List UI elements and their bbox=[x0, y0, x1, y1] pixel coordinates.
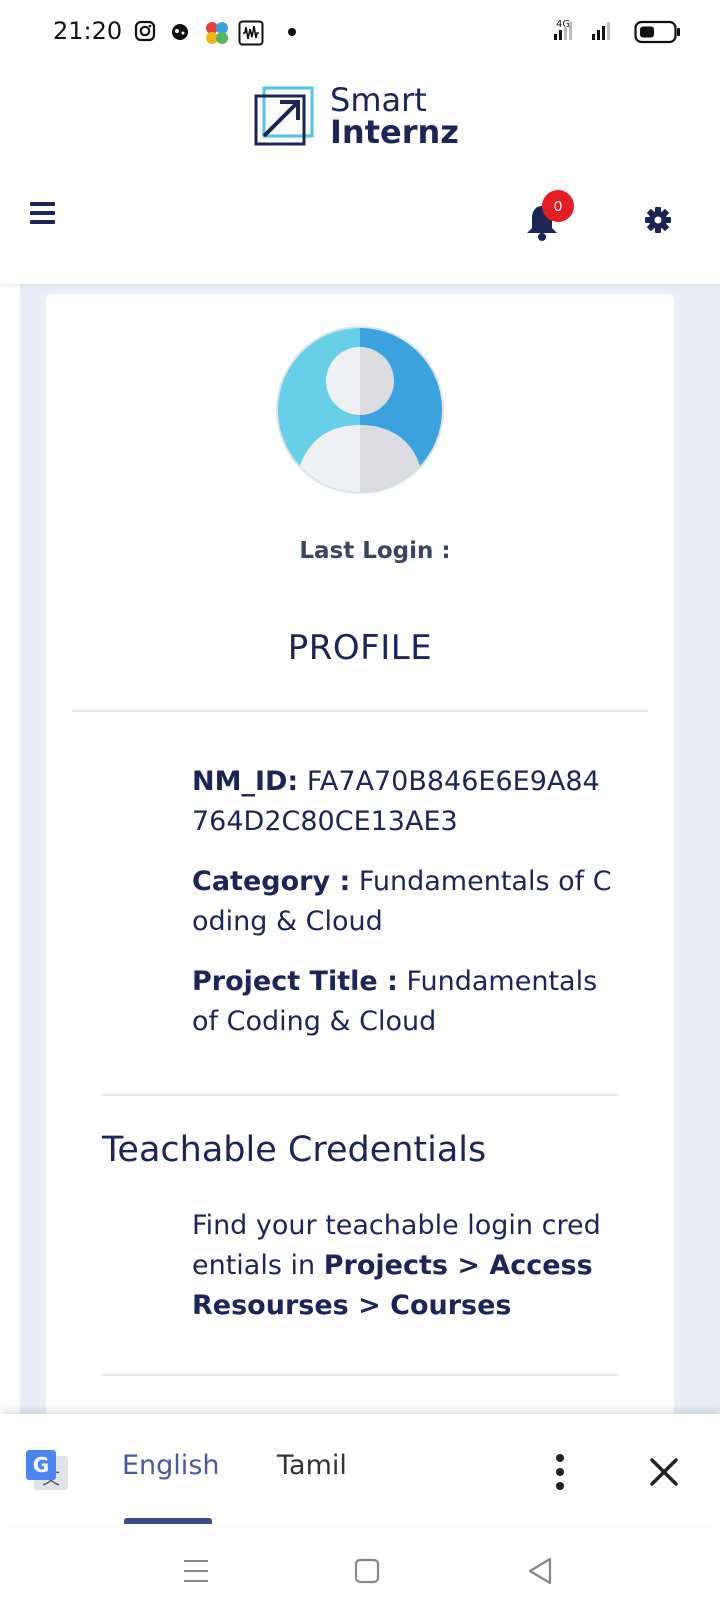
recent-apps-icon[interactable] bbox=[182, 1558, 210, 1584]
last-login-label: Last Login : bbox=[299, 538, 451, 564]
battery-icon bbox=[634, 20, 680, 44]
top-nav bbox=[0, 162, 720, 284]
system-nav-bar bbox=[0, 1528, 720, 1612]
close-icon[interactable] bbox=[646, 1454, 682, 1490]
logo-bar: Smart Internz bbox=[0, 66, 720, 162]
tab-english[interactable]: English bbox=[122, 1450, 220, 1481]
pinwheel-icon bbox=[206, 22, 228, 44]
teachable-credentials-title: Teachable Credentials bbox=[102, 1130, 487, 1170]
instagram-icon bbox=[134, 20, 156, 42]
waveform-icon bbox=[238, 20, 264, 46]
brand-line-2: Internz bbox=[330, 113, 459, 151]
divider bbox=[102, 1094, 618, 1096]
status-bar: 21:20 4G bbox=[0, 0, 720, 66]
translate-bar: 文 G English Tamil bbox=[0, 1414, 720, 1524]
gear-icon[interactable] bbox=[644, 206, 672, 234]
svg-text:G: G bbox=[33, 1453, 49, 1477]
brand-wordmark: Smart Internz bbox=[330, 84, 459, 148]
nm-id-row: NM_ID: FA7A70B846E6E9A84764D2C80CE13AE3 bbox=[192, 762, 612, 842]
notification-dot bbox=[288, 28, 296, 36]
app-icon bbox=[172, 24, 188, 40]
active-tab-indicator bbox=[124, 1518, 212, 1524]
notification-count-badge: 0 bbox=[542, 190, 574, 222]
project-title-label: Project Title : bbox=[192, 966, 398, 997]
category-row: Category : Fundamentals of Coding & Clou… bbox=[192, 862, 612, 942]
home-icon[interactable] bbox=[354, 1558, 380, 1584]
project-title-row: Project Title : Fundamentals of Coding &… bbox=[192, 962, 612, 1042]
divider bbox=[72, 710, 648, 712]
back-icon[interactable] bbox=[526, 1556, 554, 1586]
teachable-credentials-text: Find your teachable login credentials in… bbox=[192, 1206, 612, 1326]
smartinternz-logo-icon bbox=[254, 86, 314, 146]
more-options-icon[interactable] bbox=[550, 1452, 570, 1492]
tab-tamil[interactable]: Tamil bbox=[277, 1450, 347, 1481]
brand-line-1: Smart bbox=[330, 81, 427, 119]
category-label: Category : bbox=[192, 866, 351, 897]
nm-id-label: NM_ID: bbox=[192, 766, 299, 797]
page-title: PROFILE bbox=[287, 628, 433, 668]
google-translate-icon[interactable]: 文 G bbox=[24, 1448, 70, 1494]
signal-icon: 4G bbox=[554, 19, 610, 40]
left-margin bbox=[0, 284, 20, 1414]
status-time: 21:20 bbox=[53, 17, 123, 45]
svg-text:4G: 4G bbox=[556, 19, 570, 30]
hamburger-icon[interactable] bbox=[30, 202, 55, 224]
avatar bbox=[276, 326, 444, 494]
divider bbox=[102, 1374, 618, 1376]
